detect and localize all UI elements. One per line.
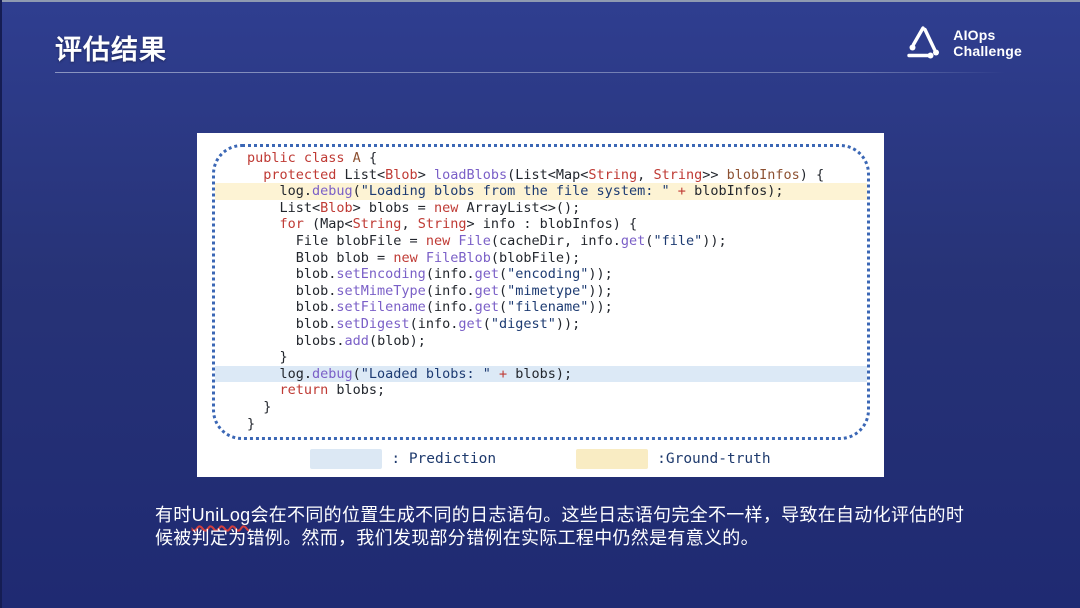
legend-item-prediction: : Prediction [310,449,496,469]
code-line: } [215,399,867,416]
legend-label: : Prediction [391,451,496,467]
code-line: blob.setFilename(info.get("filename")); [215,299,867,316]
code-line: public class A { [215,150,867,167]
aiops-triangle-logo-icon [902,22,944,64]
legend-item-groundtruth: :Ground-truth [576,449,771,469]
code-line: List<Blob> blobs = new ArrayList<>(); [215,200,867,217]
code-line: blob.setEncoding(info.get("encoding")); [215,266,867,283]
presentation-slide: 评估结果 AIOps Challenge public class A {pro… [0,0,1080,608]
logo-line2: Challenge [953,43,1022,59]
logo-line1: AIOps [953,27,1022,43]
code-line: Blob blob = new FileBlob(blobFile); [215,250,867,267]
code-line: } [215,349,867,366]
window-left-edge [0,0,2,608]
code-line: blob.setDigest(info.get("digest")); [215,316,867,333]
groundtruth-color-swatch [576,449,648,469]
legend-label: :Ground-truth [657,451,771,467]
footnote-line: 候被判定为错例。然而，我们发现部分错例在实际工程中仍然是有意义的。 [155,527,1015,550]
code-example-card: public class A {protected List<Blob> loa… [197,133,884,477]
code-line: } [215,416,867,433]
code-line: for (Map<String, String> info : blobInfo… [215,216,867,233]
code-line: return blobs; [215,382,867,399]
code-line: protected List<Blob> loadBlobs(List<Map<… [215,167,867,184]
code-line: blob.setMimeType(info.get("mimetype")); [215,283,867,300]
window-top-edge [0,0,1080,2]
logo-wordmark: AIOps Challenge [953,27,1022,59]
footnote-line: 有时UniLog会在不同的位置生成不同的日志语句。这些日志语句完全不一样，导致在… [155,504,1015,527]
code-line: File blobFile = new File(cacheDir, info.… [215,233,867,250]
page-title: 评估结果 [55,28,167,67]
slide-footnote-text: 有时UniLog会在不同的位置生成不同的日志语句。这些日志语句完全不一样，导致在… [155,504,1015,549]
aiops-challenge-logo: AIOps Challenge [902,22,1022,64]
code-line: log.debug("Loading blobs from the file s… [215,183,867,200]
code-line: blobs.add(blob); [215,333,867,350]
code-block: public class A {protected List<Blob> loa… [212,144,870,440]
prediction-color-swatch [310,449,382,469]
spellcheck-underlined-word: UniLog [192,505,251,525]
title-divider-line [55,72,1005,73]
highlight-legend: : Prediction :Ground-truth [197,447,884,471]
code-line: log.debug("Loaded blobs: " + blobs); [215,366,867,383]
